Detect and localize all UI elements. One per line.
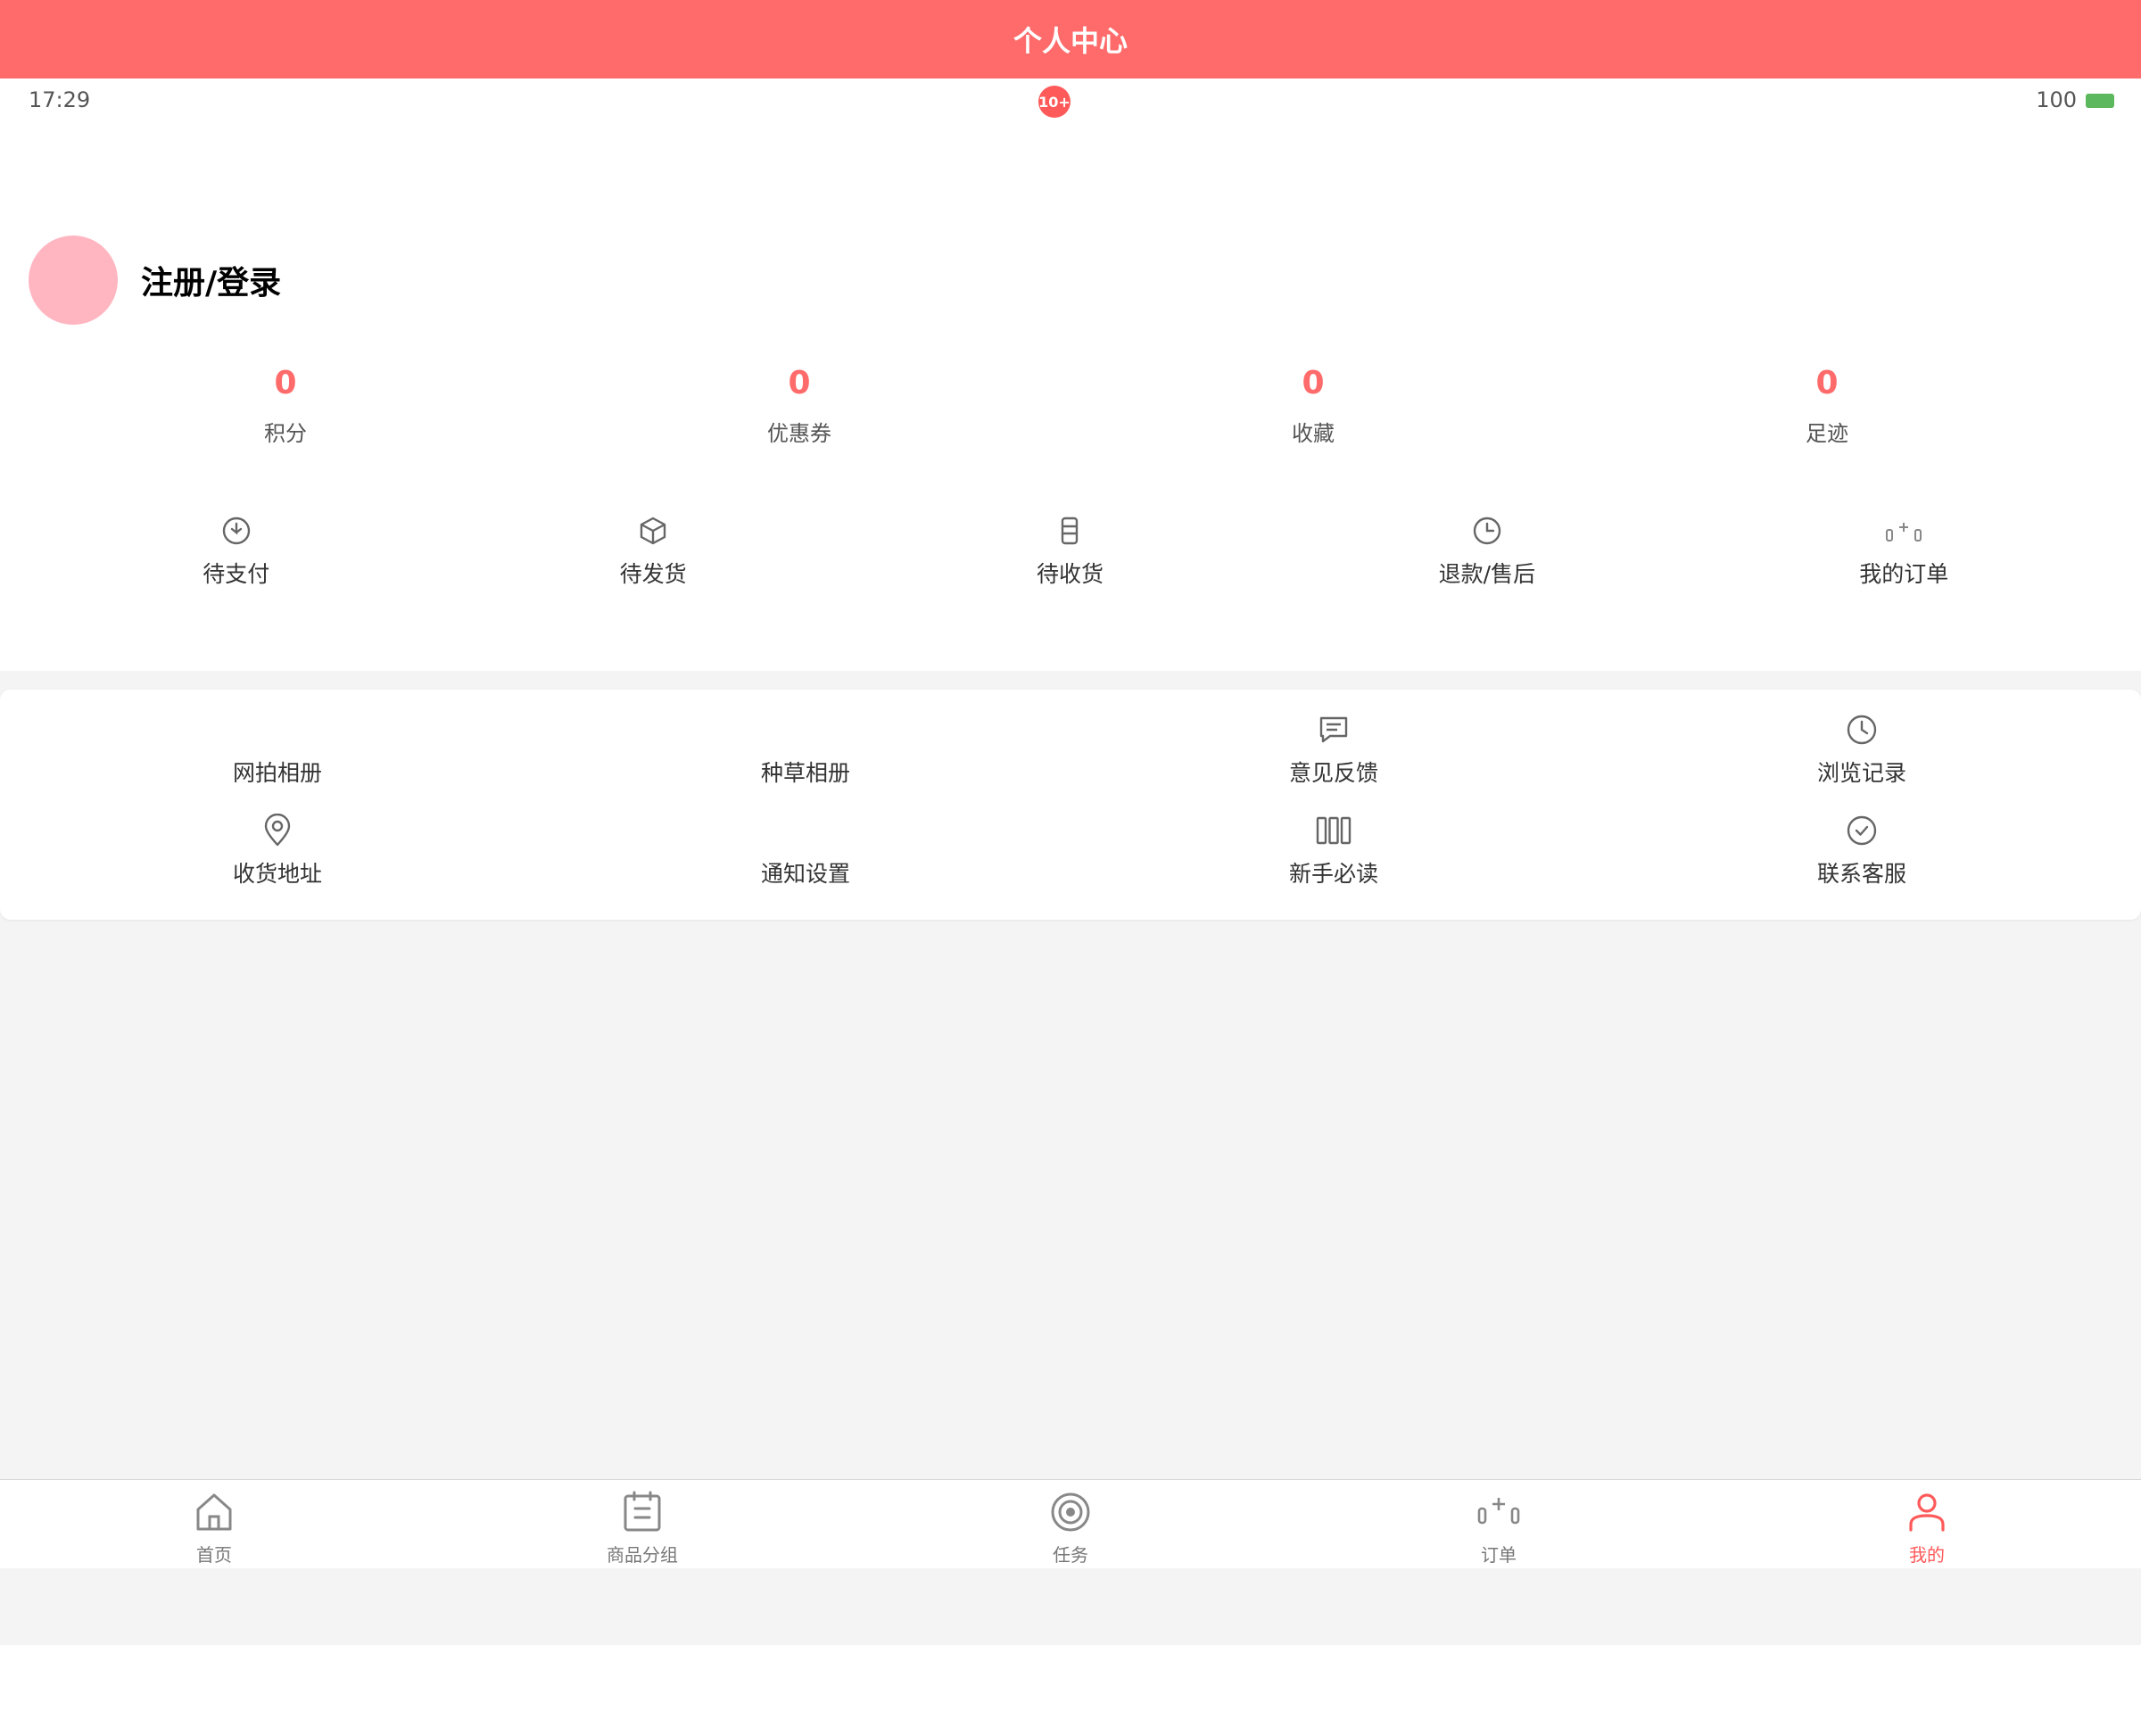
tool-customer-service[interactable]: 联系客服: [1598, 808, 2126, 889]
stat-value: 0: [788, 365, 811, 401]
bottom-strip: [0, 1568, 2141, 1645]
tool-label: 种草相册: [760, 760, 850, 786]
order-pending-receipt[interactable]: 待收货: [862, 508, 1278, 589]
tab-home[interactable]: 首页: [0, 1480, 428, 1568]
order-list-icon: [1285, 1489, 1713, 1535]
order-label: 待支付: [203, 561, 270, 587]
tool-label: 意见反馈: [1288, 760, 1378, 786]
calendar-icon: [428, 1489, 856, 1535]
battery-level: 100: [2036, 87, 2077, 112]
bottom-tab-bar: 首页 商品分组 任务 订单 我的: [0, 1479, 2141, 1568]
tool-grass-album[interactable]: 种草相册: [541, 707, 1070, 788]
stat-label: 优惠券: [767, 421, 831, 446]
stat-value: 0: [274, 365, 297, 401]
battery-icon: [2086, 94, 2114, 108]
stat-coupons[interactable]: 0 优惠券: [542, 357, 1056, 447]
login-register-link[interactable]: 注册/登录: [141, 257, 281, 303]
tab-label: 任务: [1053, 1544, 1088, 1566]
tool-online-album[interactable]: 网拍相册: [13, 707, 541, 788]
tab-label: 我的: [1909, 1544, 1945, 1566]
order-label: 我的订单: [1859, 561, 1949, 587]
stat-points[interactable]: 0 积分: [29, 357, 542, 447]
tool-history[interactable]: 浏览记录: [1598, 707, 2126, 788]
stat-value: 0: [1815, 365, 1839, 401]
status-time: 17:29: [29, 87, 91, 112]
order-pending-payment[interactable]: 待支付: [28, 508, 444, 589]
location-icon: [13, 808, 541, 853]
clock-icon: [1598, 707, 2126, 752]
columns-icon: [1070, 808, 1598, 853]
tool-label: 浏览记录: [1816, 760, 1906, 786]
order-all[interactable]: 我的订单: [1696, 508, 2112, 589]
tool-feedback[interactable]: 意见反馈: [1070, 707, 1598, 788]
pending-payment-icon: [28, 508, 444, 553]
stat-label: 足迹: [1806, 421, 1848, 446]
order-pending-shipment[interactable]: 待发货: [444, 508, 861, 589]
stat-value: 0: [1302, 365, 1325, 401]
profile-header[interactable]: 注册/登录: [29, 236, 281, 325]
tab-mine[interactable]: 我的: [1713, 1480, 2141, 1568]
tool-address[interactable]: 收货地址: [13, 808, 541, 889]
tab-label: 首页: [196, 1544, 232, 1566]
order-shortcuts: 待支付 待发货 待收货 退款/售后 我的订单: [28, 508, 2112, 589]
stat-label: 积分: [264, 421, 307, 446]
tool-label: 网拍相册: [232, 760, 322, 786]
user-icon: [1713, 1489, 2141, 1535]
target-icon: [856, 1489, 1285, 1535]
tab-tasks[interactable]: 任务: [856, 1480, 1285, 1568]
avatar[interactable]: [29, 236, 118, 325]
tool-label: 收货地址: [232, 861, 322, 887]
page: 个人中心 17:29 100 10+ 注册/登录 0 积分 0 优惠券 0 收藏…: [0, 0, 2141, 1736]
stat-favorites[interactable]: 0 收藏: [1056, 357, 1570, 447]
message-icon: [1070, 707, 1598, 752]
tools-card: 网拍相册 种草相册 意见反馈 浏览记录 收货地址 通知设置 新手必读 联系客服: [0, 690, 2141, 920]
stats-row: 0 积分 0 优惠券 0 收藏 0 足迹: [0, 357, 2084, 447]
status-bar: 17:29 100: [0, 79, 2141, 123]
stat-footprints[interactable]: 0 足迹: [1570, 357, 2084, 447]
tab-label: 商品分组: [607, 1544, 678, 1566]
tool-label: 新手必读: [1288, 861, 1378, 887]
page-title-bar: 个人中心: [0, 0, 2141, 79]
home-icon: [0, 1489, 428, 1535]
notification-badge[interactable]: 10+: [1038, 86, 1070, 118]
phone-icon: [862, 508, 1278, 553]
tab-product-groups[interactable]: 商品分组: [428, 1480, 856, 1568]
tab-label: 订单: [1481, 1544, 1517, 1566]
box-icon: [444, 508, 861, 553]
tool-beginners-guide[interactable]: 新手必读: [1070, 808, 1598, 889]
tool-label: 联系客服: [1816, 861, 1906, 887]
order-refund[interactable]: 退款/售后: [1278, 508, 1695, 589]
tool-notifications[interactable]: 通知设置: [541, 808, 1070, 889]
order-label: 退款/售后: [1438, 561, 1536, 587]
order-list-icon: [1696, 508, 2112, 553]
order-label: 待发货: [619, 561, 687, 587]
check-circle-icon: [1598, 808, 2126, 853]
stat-label: 收藏: [1292, 421, 1335, 446]
page-title: 个人中心: [1013, 24, 1128, 58]
tab-orders[interactable]: 订单: [1285, 1480, 1713, 1568]
order-label: 待收货: [1036, 561, 1104, 587]
clock-icon: [1278, 508, 1695, 553]
tool-label: 通知设置: [760, 861, 850, 887]
